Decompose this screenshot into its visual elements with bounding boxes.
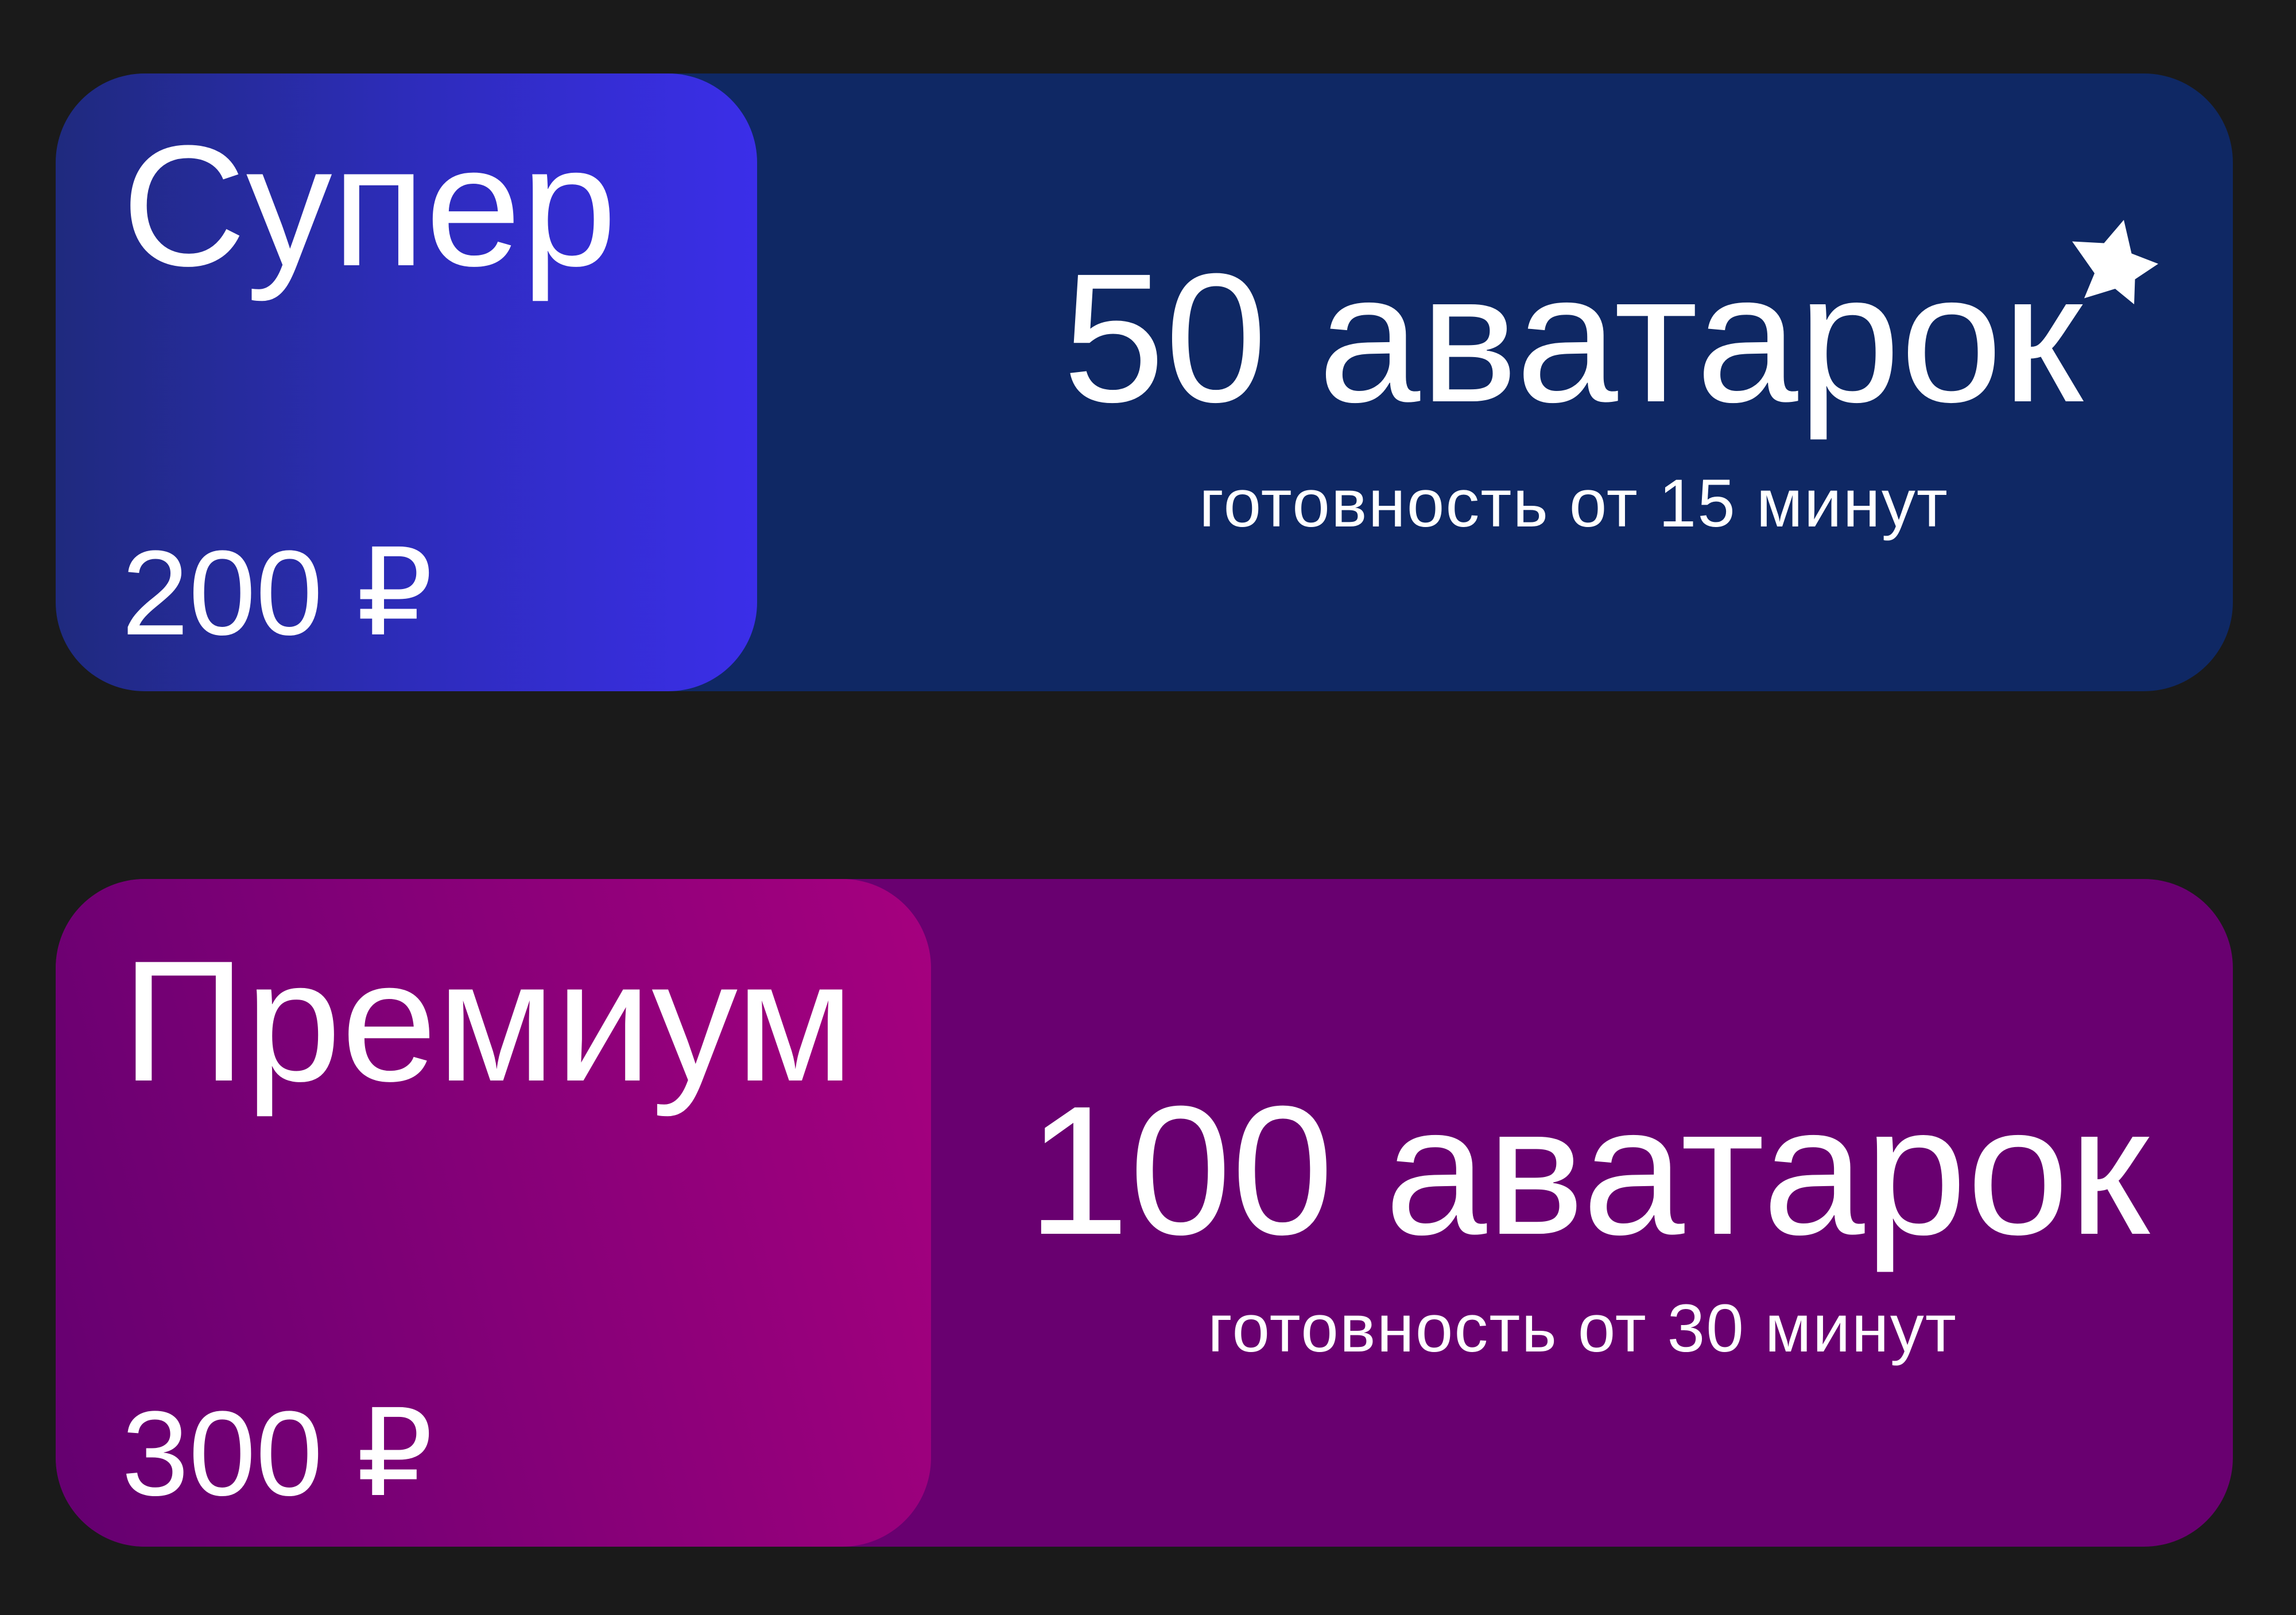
avatar-count: 100 аватарок [1027,1067,2150,1273]
plan-card-super[interactable]: Супер 200 ₽ 50 аватарок готовность от 15… [56,73,2233,691]
avatar-count: 50 аватарок [1062,235,2083,440]
readiness-time: готовность от 15 минут [1199,466,1949,541]
readiness-time: готовность от 30 минут [1208,1291,1957,1366]
plan-price: 200 ₽ [122,525,433,660]
plan-name: Премиум [122,924,855,1117]
plan-card-premium[interactable]: Премиум 300 ₽ 100 аватарок готовность от… [56,879,2233,1547]
star-icon [2072,220,2158,304]
plan-price: 300 ₽ [122,1386,433,1521]
plan-name: Супер [122,109,617,302]
